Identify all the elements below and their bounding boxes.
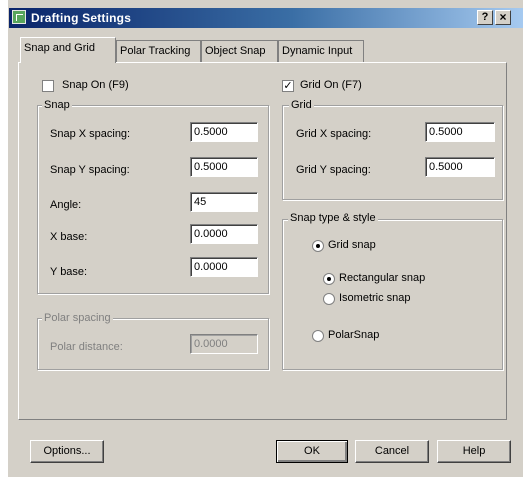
tab-object-snap[interactable]: Object Snap xyxy=(201,40,278,62)
snap-y-spacing-label: Snap Y spacing: xyxy=(50,164,130,176)
angle-input[interactable]: 45 xyxy=(190,192,258,212)
window-title: Drafting Settings xyxy=(31,11,132,25)
tab-polar-tracking[interactable]: Polar Tracking xyxy=(116,40,201,62)
grid-x-spacing-label: Grid X spacing: xyxy=(296,128,372,140)
grid-group xyxy=(282,105,503,200)
snap-type-title: Snap type & style xyxy=(288,212,378,224)
x-base-label: X base: xyxy=(50,231,88,243)
isometric-snap-radio[interactable] xyxy=(323,293,335,305)
ok-button[interactable]: OK xyxy=(276,440,348,463)
tab-snap-and-grid[interactable]: Snap and Grid xyxy=(20,37,116,63)
polar-snap-radio[interactable] xyxy=(312,330,324,342)
polar-distance-label: Polar distance: xyxy=(50,341,123,353)
grid-on-checkbox[interactable]: ✓ xyxy=(282,80,294,92)
polar-snap-label: PolarSnap xyxy=(328,329,380,341)
drafting-settings-dialog: Drafting Settings ? × Snap and Grid Pola… xyxy=(0,0,530,477)
cancel-button[interactable]: Cancel xyxy=(355,440,429,463)
x-base-input[interactable]: 0.0000 xyxy=(190,224,258,244)
angle-label: Angle: xyxy=(50,199,82,211)
left-margin xyxy=(0,0,8,477)
polar-distance-input[interactable]: 0.0000 xyxy=(190,334,258,354)
polar-spacing-title: Polar spacing xyxy=(42,312,113,324)
rectangular-snap-radio[interactable] xyxy=(323,273,335,285)
grid-group-title: Grid xyxy=(289,99,314,111)
grid-y-spacing-input[interactable]: 0.5000 xyxy=(425,157,495,177)
grid-on-label: Grid On (F7) xyxy=(300,79,362,91)
help-icon[interactable]: ? xyxy=(477,10,493,25)
snap-x-spacing-label: Snap X spacing: xyxy=(50,128,131,140)
grid-y-spacing-label: Grid Y spacing: xyxy=(296,164,371,176)
grid-x-spacing-input[interactable]: 0.5000 xyxy=(425,122,495,142)
grid-snap-label: Grid snap xyxy=(328,239,376,251)
grid-snap-radio[interactable] xyxy=(312,240,324,252)
snap-on-label: Snap On (F9) xyxy=(62,79,129,91)
drafting-app-icon xyxy=(12,10,26,24)
right-margin xyxy=(523,0,530,477)
snap-x-spacing-input[interactable]: 0.5000 xyxy=(190,122,258,142)
y-base-label: Y base: xyxy=(50,266,88,278)
options-button[interactable]: Options... xyxy=(30,440,104,463)
rectangular-snap-label: Rectangular snap xyxy=(339,272,426,284)
isometric-snap-label: Isometric snap xyxy=(339,292,411,304)
snap-on-checkbox[interactable] xyxy=(42,80,54,92)
help-button[interactable]: Help xyxy=(437,440,511,463)
snap-y-spacing-input[interactable]: 0.5000 xyxy=(190,157,258,177)
snap-group-title: Snap xyxy=(42,99,72,111)
title-bar[interactable]: Drafting Settings ? × xyxy=(9,8,523,28)
close-icon[interactable]: × xyxy=(495,10,511,25)
y-base-input[interactable]: 0.0000 xyxy=(190,257,258,277)
tab-dynamic-input[interactable]: Dynamic Input xyxy=(278,40,364,62)
